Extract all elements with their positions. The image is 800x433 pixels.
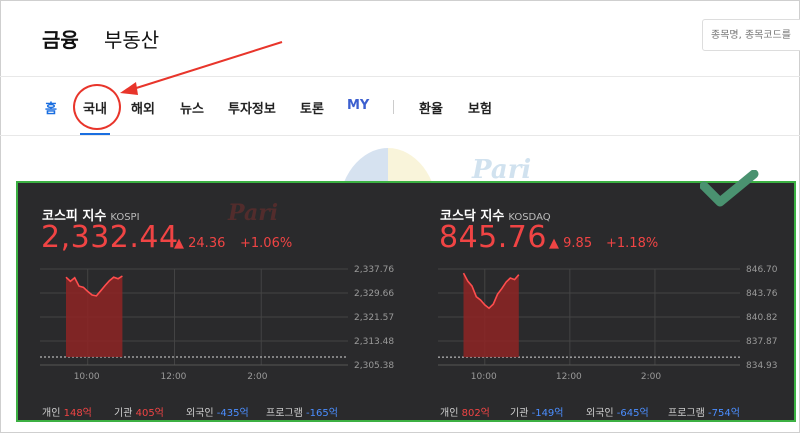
y-tick-label: 2,329.66	[354, 289, 394, 299]
kosdaq-change-pct: +1.18%	[606, 236, 659, 251]
tab-insurance[interactable]: 보험	[468, 98, 492, 117]
nav-separator	[393, 100, 394, 114]
tab-exchange-rate[interactable]: 환율	[419, 98, 443, 117]
kospi-investor-program: 프로그램 -165억	[266, 408, 338, 419]
x-tick-label: 2:00	[641, 372, 661, 382]
y-tick-label: 834.93	[746, 361, 778, 371]
watermark-text-secondary: Pari	[228, 200, 279, 226]
check-icon	[700, 170, 759, 207]
kospi-investor-institution: 기관 405억	[114, 408, 164, 419]
annotation-arrow	[120, 41, 283, 95]
x-tick-label: 12:00	[160, 372, 186, 382]
kospi-change-value: 24.36	[188, 236, 226, 251]
y-tick-label: 837.87	[746, 337, 778, 347]
x-tick-label: 10:00	[74, 372, 100, 382]
kosdaq-change-value: 9.85	[563, 236, 593, 251]
y-tick-label: 840.82	[746, 313, 778, 323]
tab-discussion[interactable]: 토론	[300, 98, 324, 117]
kosdaq-change: ▲ 9.85	[549, 236, 592, 251]
kospi-investor-foreign: 외국인 -435억	[186, 408, 249, 419]
up-arrow-icon: ▲	[174, 236, 184, 251]
kospi-value: 2,332.44	[41, 220, 179, 255]
tab-home[interactable]: 홈	[45, 98, 57, 117]
x-tick-label: 10:00	[471, 372, 497, 382]
tab-investment-info[interactable]: 투자정보	[228, 98, 276, 117]
x-tick-label: 12:00	[556, 372, 582, 382]
nav-divider	[0, 135, 800, 136]
y-tick-label: 2,337.76	[354, 265, 394, 275]
search-input[interactable]	[702, 19, 800, 51]
brand-finance[interactable]: 금융	[42, 24, 79, 53]
kosdaq-value: 845.76	[439, 220, 547, 255]
kospi-change-pct: +1.06%	[240, 236, 293, 251]
kosdaq-investor-program: 프로그램 -754억	[668, 408, 740, 419]
y-tick-label: 2,313.48	[354, 337, 394, 347]
y-tick-label: 843.76	[746, 289, 778, 299]
watermark-text: Pari	[472, 155, 532, 185]
y-tick-label: 846.70	[746, 265, 778, 275]
kosdaq-investor-foreign: 외국인 -645억	[586, 408, 649, 419]
kosdaq-investor-individual: 개인 802억	[440, 408, 490, 419]
y-tick-label: 2,305.38	[354, 361, 394, 371]
market-index-panel: 코스피 지수 KOSPI 2,332.44 ▲ 24.36 +1.06% 2,33…	[16, 181, 796, 422]
series-area	[66, 276, 123, 357]
x-tick-label: 2:00	[247, 372, 267, 382]
kospi-chart[interactable]: 2,337.76 2,329.66 2,321.57 2,313.48 2,305.38…	[40, 265, 400, 387]
tab-my[interactable]: MY	[347, 98, 369, 113]
tab-news[interactable]: 뉴스	[180, 98, 204, 117]
tab-overseas[interactable]: 해외	[131, 98, 155, 117]
kosdaq-chart[interactable]: 846.70 843.76 840.82 837.87 834.93 10:00 12:00…	[438, 265, 792, 387]
kospi-investor-individual: 개인 148억	[42, 408, 92, 419]
kospi-change: ▲ 24.36	[174, 236, 225, 251]
kosdaq-investor-institution: 기관 -149억	[510, 408, 564, 419]
up-arrow-icon: ▲	[549, 236, 559, 251]
y-tick-label: 2,321.57	[354, 313, 394, 323]
